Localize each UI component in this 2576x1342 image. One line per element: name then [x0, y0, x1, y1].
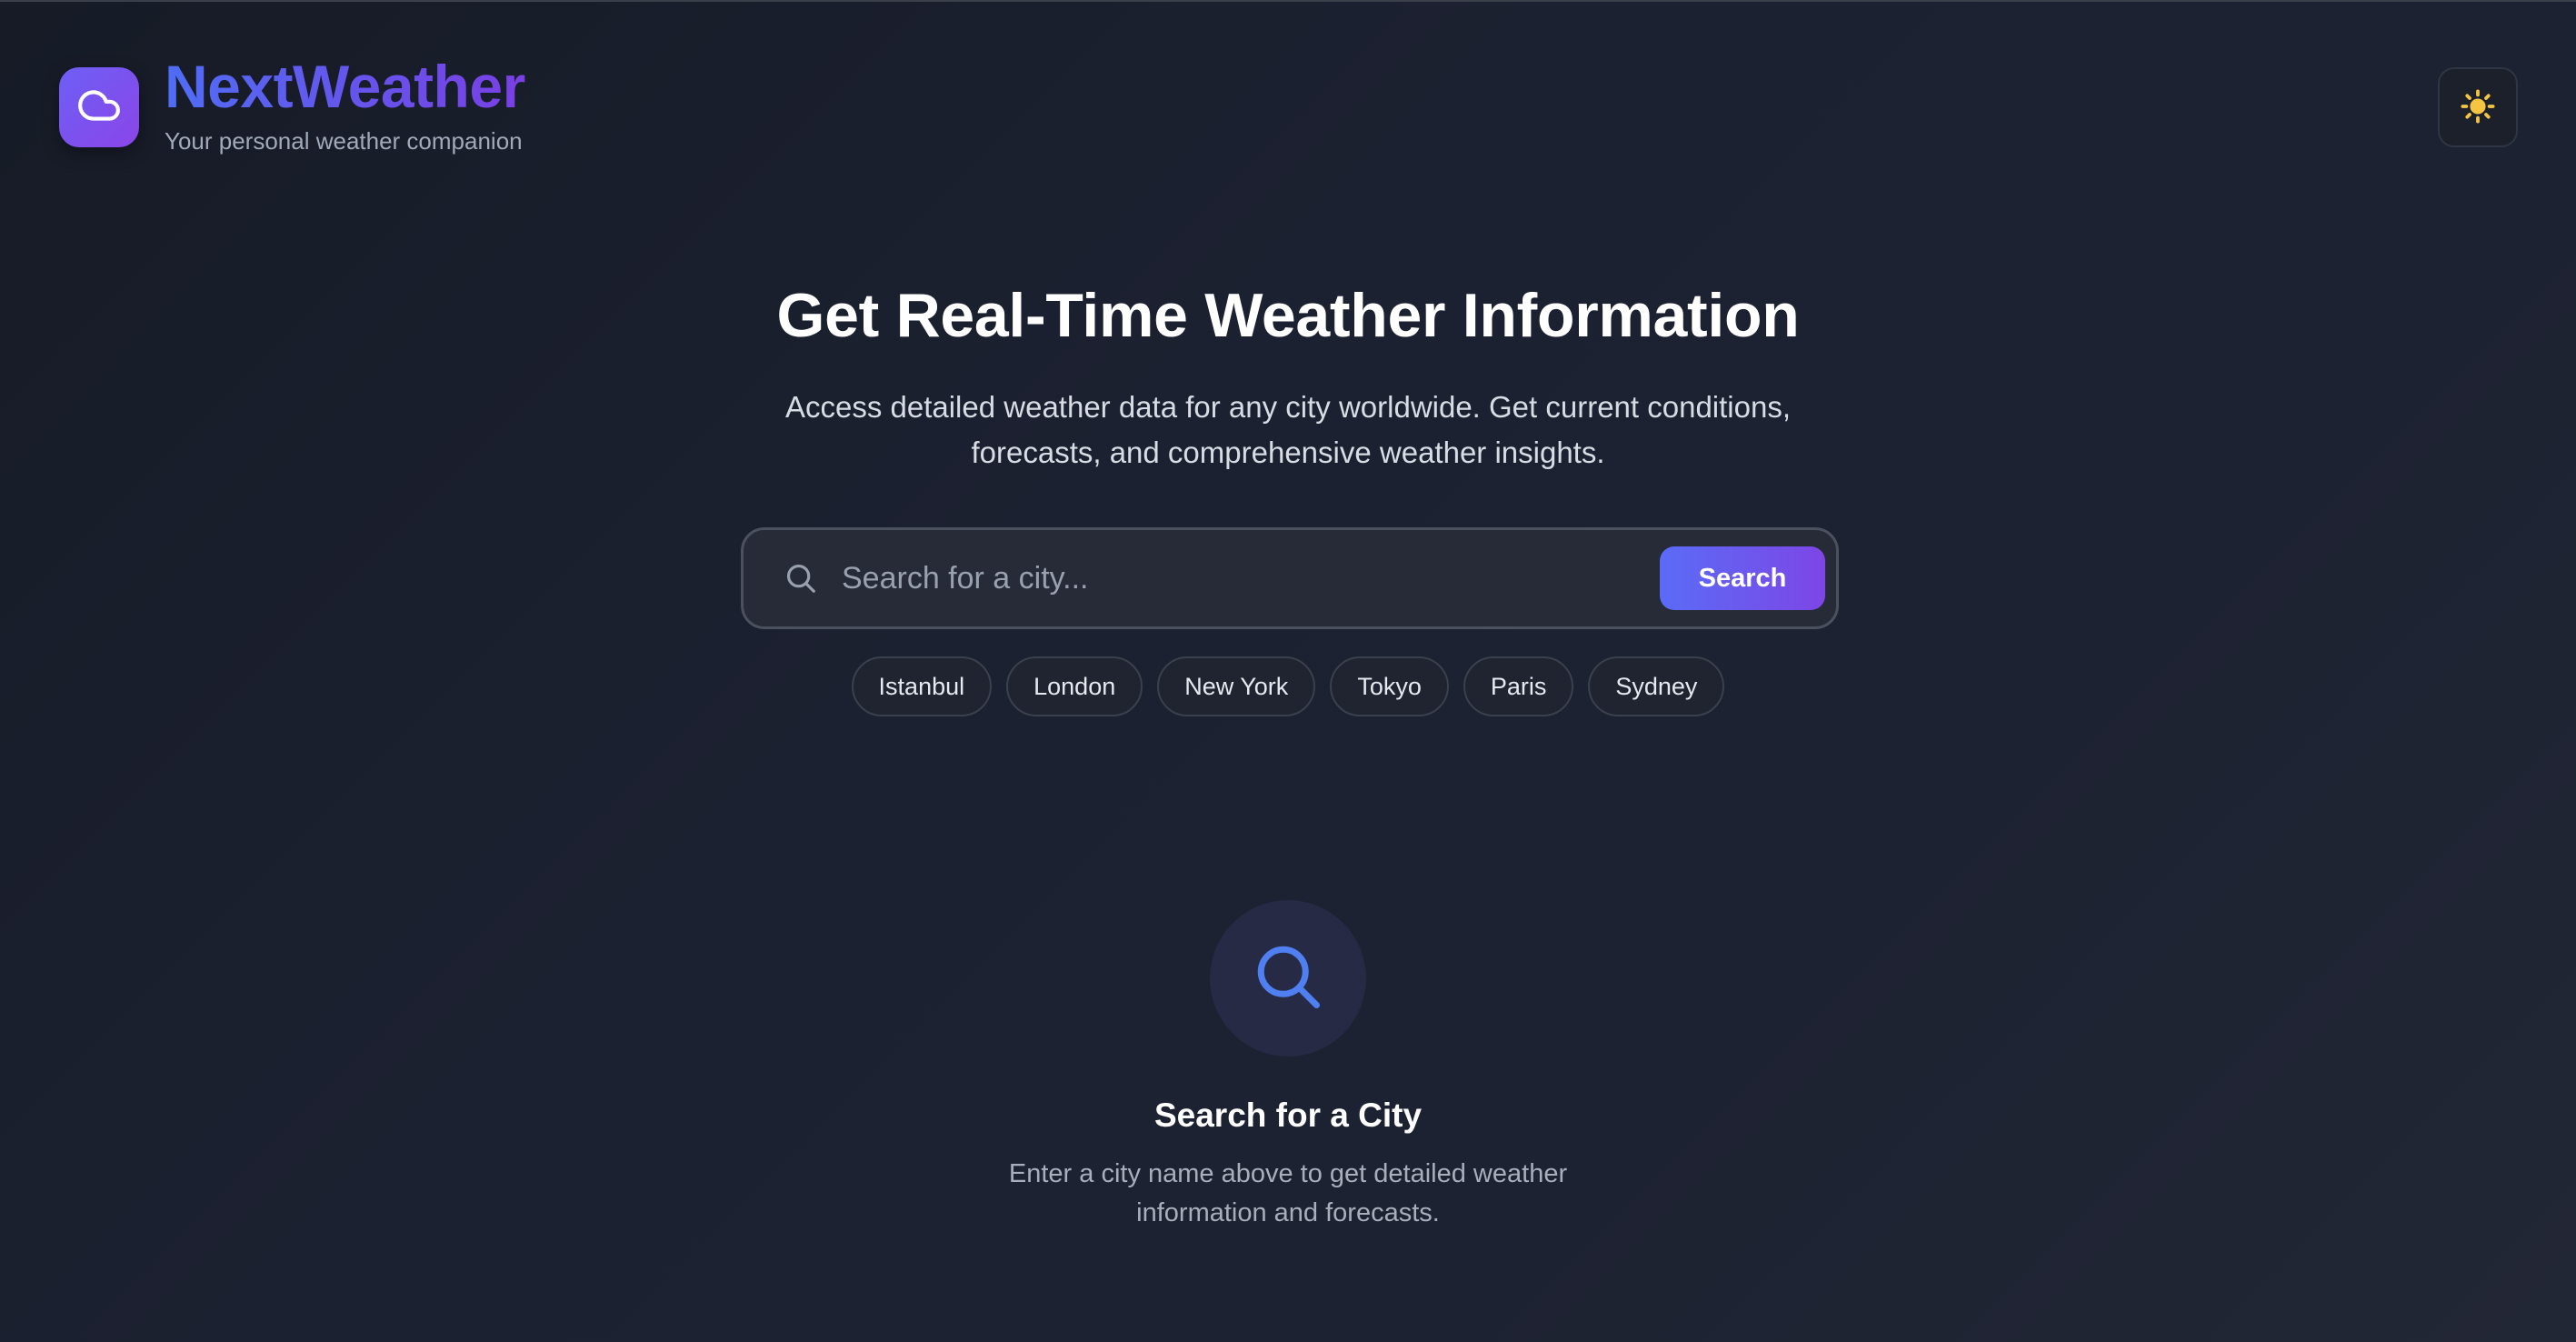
app-subtitle: Your personal weather companion — [165, 127, 523, 155]
hero-description-line: forecasts, and comprehensive weather ins… — [971, 436, 1605, 469]
hero-description-line: Access detailed weather data for any cit… — [784, 390, 1792, 424]
empty-state: Search for a City Enter a city name abov… — [0, 900, 2576, 1233]
city-chip-london[interactable]: London — [1006, 656, 1143, 716]
city-chip-istanbul[interactable]: Istanbul — [851, 656, 993, 716]
brand: NextWeather Your personal weather compan… — [59, 53, 525, 155]
sun-icon — [2461, 88, 2495, 126]
city-chip-sydney[interactable]: Sydney — [1588, 656, 1725, 716]
app-title: NextWeather — [165, 53, 525, 120]
hero-description: Access detailed weather data for any cit… — [743, 385, 1833, 476]
city-chip-new-york[interactable]: New York — [1157, 656, 1316, 716]
quick-city-chips: Istanbul London New York Tokyo Paris Syd… — [0, 656, 2576, 716]
empty-state-icon-circle — [1210, 900, 1366, 1057]
search-bar: Search — [741, 527, 1839, 629]
search-button[interactable]: Search — [1660, 546, 1825, 610]
city-chip-tokyo[interactable]: Tokyo — [1330, 656, 1449, 716]
brand-logo — [59, 67, 139, 147]
brand-text: NextWeather Your personal weather compan… — [165, 53, 525, 155]
empty-state-description-line: Enter a city name above to get detailed … — [1008, 1159, 1568, 1188]
hero-title: Get Real-Time Weather Information — [776, 281, 1800, 350]
city-chip-paris[interactable]: Paris — [1463, 656, 1574, 716]
search-icon — [780, 557, 822, 599]
empty-state-description-line: information and forecasts. — [1136, 1198, 1440, 1227]
empty-state-description: Enter a city name above to get detailed … — [961, 1155, 1615, 1233]
cloud-icon — [76, 83, 122, 133]
city-search-input[interactable] — [840, 550, 1660, 606]
empty-state-title: Search for a City — [1153, 1097, 1423, 1134]
search-icon — [1250, 938, 1326, 1019]
theme-toggle-button[interactable] — [2438, 67, 2518, 147]
hero-section: Get Real-Time Weather Information Access… — [0, 279, 2576, 476]
